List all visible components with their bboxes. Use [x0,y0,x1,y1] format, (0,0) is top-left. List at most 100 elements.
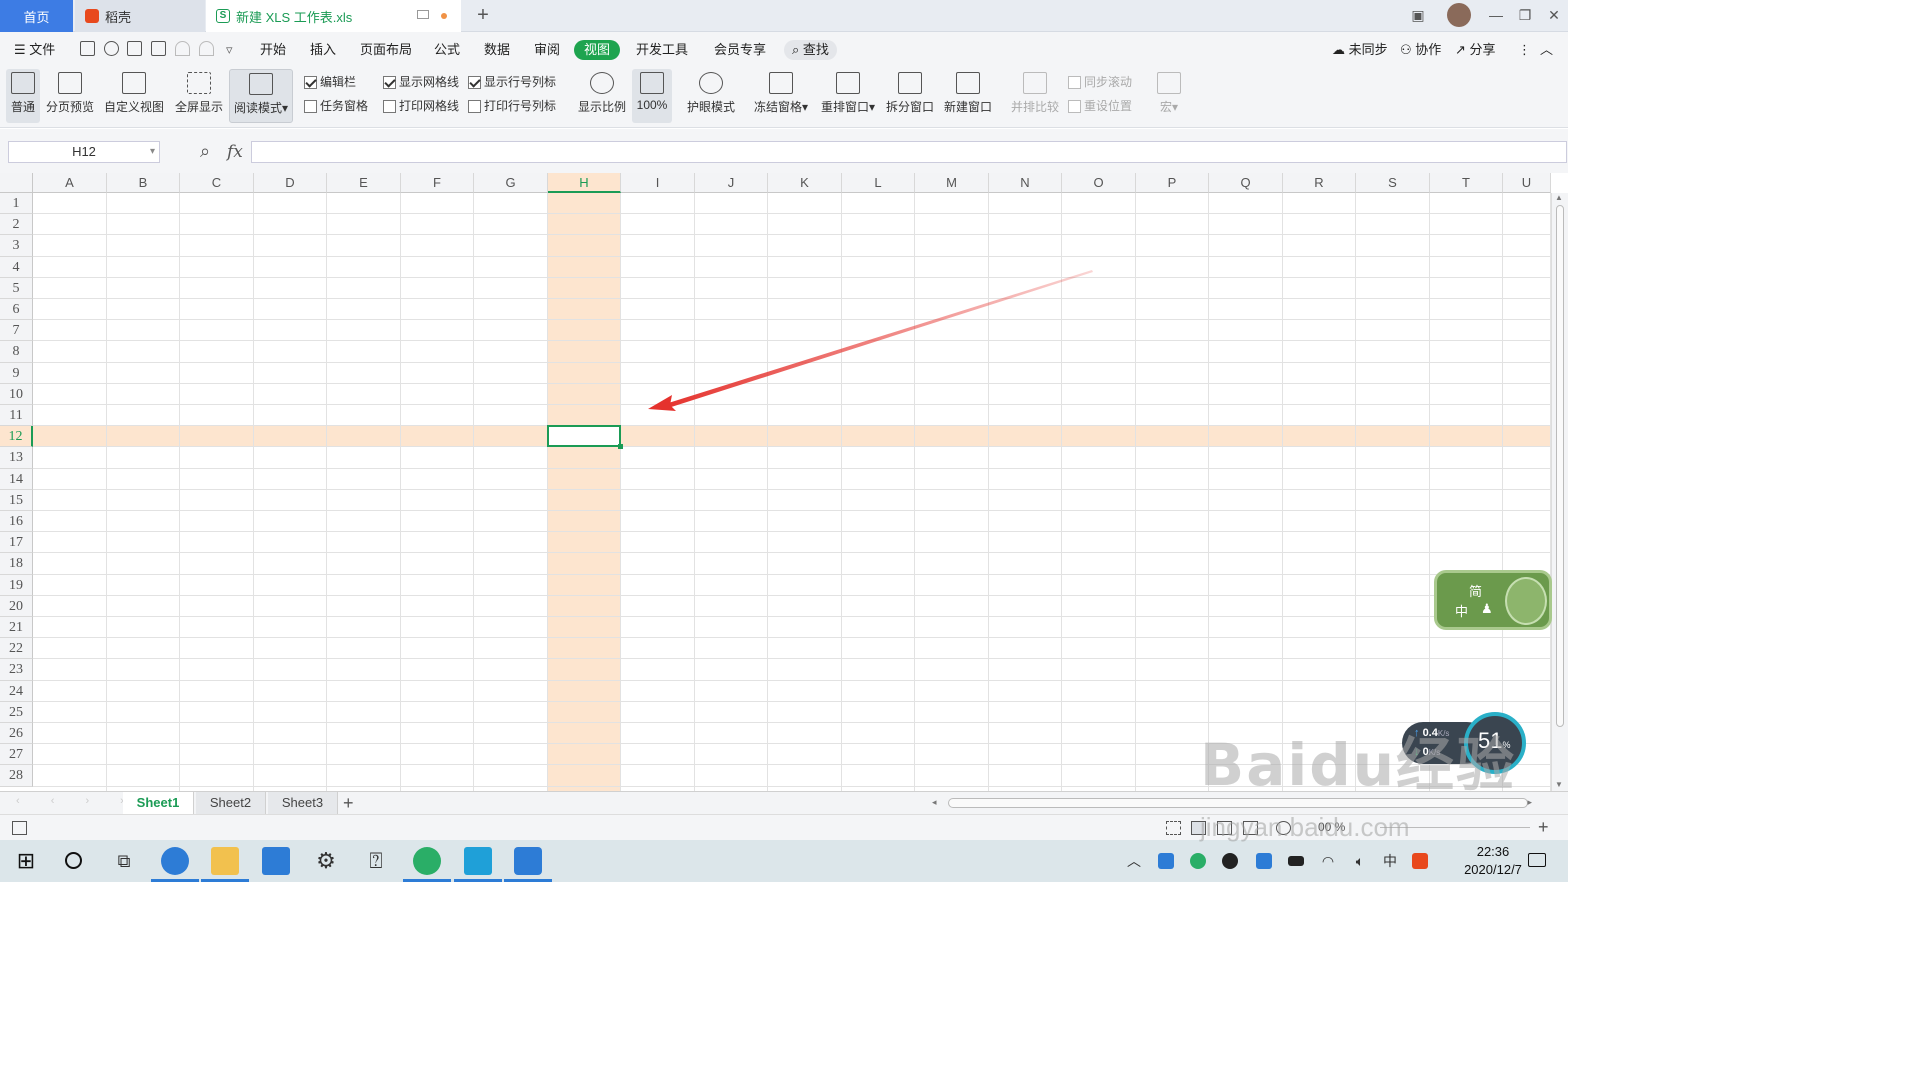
ime-skin-icon[interactable]: ♟ [1481,601,1493,617]
page-break-preview-button[interactable]: 分页预览 [44,69,96,123]
tray-wechat-icon[interactable] [1190,853,1206,869]
more-icon[interactable]: ⋮ [1518,40,1531,60]
side-by-side-button[interactable]: 并排比较 [1008,69,1062,123]
print-preview-icon[interactable] [151,41,166,56]
mail-icon[interactable] [262,847,290,875]
notification-icon[interactable] [1528,853,1546,867]
menu-page-layout[interactable]: 页面布局 [360,40,412,60]
menu-review[interactable]: 审阅 [534,40,560,60]
new-window-button[interactable]: 新建窗口 [940,69,996,123]
split-window-button[interactable]: 拆分窗口 [883,69,937,123]
normal-view-button[interactable]: 普通 [6,69,40,123]
file-explorer-icon[interactable] [201,847,249,882]
macro-button[interactable]: 宏▾ [1152,69,1186,123]
sync-scroll-button[interactable]: 同步滚动 [1068,73,1132,91]
feedback-icon[interactable]: ⍰ [362,847,390,875]
zoom-in-icon[interactable]: + [1538,817,1549,838]
menu-start[interactable]: 开始 [260,40,286,60]
file-menu[interactable]: ☰ 文件 [14,40,55,60]
restore-icon[interactable]: ❐ [1513,4,1537,26]
macro-record-icon[interactable] [12,821,27,835]
menu-member[interactable]: 会员专享 [714,40,766,60]
redo-icon[interactable] [199,41,214,56]
save-icon[interactable] [80,41,95,56]
ime-floating-panel[interactable]: 简 中 ♟ [1434,570,1552,630]
tab-home[interactable]: 首页 [0,0,73,32]
sheet-tab-3[interactable]: Sheet3 [268,792,338,814]
menu-formula[interactable]: 公式 [434,40,460,60]
tray-expand-icon[interactable]: ︿ [1126,853,1142,869]
name-box-dropdown-icon[interactable]: ▾ [150,142,155,162]
print-gridlines-checkbox[interactable]: 打印网格线 [383,97,459,115]
reset-position-button[interactable]: 重设位置 [1068,97,1132,115]
zoom-magnifier-icon[interactable]: ⌕ [200,141,210,161]
collab-button[interactable]: ⚇ 协作 [1400,40,1441,60]
settings-gear-icon[interactable]: ⚙ [312,847,340,875]
menu-data[interactable]: 数据 [484,40,510,60]
zoom-button[interactable]: 显示比例 [575,69,629,123]
fullscreen-button[interactable]: 全屏显示 [172,69,226,123]
scroll-left-icon[interactable]: ◂ [932,797,937,808]
edge-browser-icon[interactable] [151,847,199,882]
name-box[interactable]: H12 ▾ [8,141,160,163]
show-headers-checkbox[interactable]: 显示行号列标 [468,73,556,91]
tray-shield-icon[interactable] [1256,853,1272,869]
ime-indicator[interactable]: 中 [1382,853,1398,869]
show-gridlines-checkbox[interactable]: 显示网格线 [383,73,459,91]
monitor-icon[interactable] [417,10,429,19]
menu-insert[interactable]: 插入 [310,40,336,60]
task-view-icon[interactable]: ⧉ [110,847,138,875]
reading-mode-button[interactable]: 阅读模式▾ [229,69,293,123]
ime-chinese-label[interactable]: 中 [1455,601,1468,620]
ime-simplified-label[interactable]: 简 [1469,581,1482,600]
share-button[interactable]: ↗ 分享 [1455,40,1496,60]
wechat-icon[interactable] [403,847,451,882]
eye-mode-button[interactable]: 护眼模式 [683,69,739,123]
menu-view[interactable]: 视图 [574,40,621,60]
volume-icon[interactable]: 🔈︎ [1352,853,1368,869]
battery-icon[interactable] [1288,856,1304,866]
arrange-windows-button[interactable]: 重排窗口▾ [817,69,879,123]
search-button[interactable]: ⌕ 查找 [784,40,837,60]
tab-document[interactable]: S 新建 XLS 工作表.xls [206,0,461,32]
zoom-100-button[interactable]: 100% [632,69,672,123]
formula-bar-checkbox[interactable]: 编辑栏 [304,73,356,91]
new-tab-button[interactable]: + [474,4,492,26]
menu-dev-tools[interactable]: 开发工具 [636,40,688,60]
windows-start-icon[interactable]: ⊞ [12,847,40,875]
sync-button[interactable]: ☁ 未同步 [1332,40,1388,60]
system-clock[interactable]: 22:36 2020/12/7 [1458,843,1528,879]
scroll-right-icon[interactable]: ▸ [1527,797,1532,808]
formula-input[interactable] [251,141,1567,163]
wifi-icon[interactable]: ◠ [1320,853,1336,869]
freeze-panes-button[interactable]: 冻结窗格▾ [750,69,812,123]
tab-daoke[interactable]: 稻壳 [75,0,205,32]
task-pane-checkbox[interactable]: 任务窗格 [304,97,368,115]
sheet-nav-arrows-icon[interactable]: ‹ ‹ › › [16,795,138,807]
sogou-ime-icon[interactable] [1412,853,1428,869]
cortana-search-icon[interactable] [60,847,88,875]
split-window-icon [898,72,922,94]
spreadsheet-grid[interactable]: ABCDEFGHIJKLMNOPQRSTU 1 2 3 4 5 6 7 8 9 10 11 12 13 1… [0,173,1568,791]
add-sheet-button[interactable]: + [343,792,354,814]
fullscreen-status-icon[interactable] [1166,821,1181,835]
avatar[interactable] [1447,3,1471,27]
format-painter-icon[interactable] [104,41,119,56]
quick-access-dropdown-icon[interactable]: ▿ [226,40,233,60]
wps-icon[interactable] [504,847,552,882]
tray-app-icon[interactable] [1158,853,1174,869]
print-icon[interactable] [127,41,142,56]
print-headers-checkbox[interactable]: 打印行号列标 [468,97,556,115]
freeze-panes-icon [769,72,793,94]
sheet-tab-2[interactable]: Sheet2 [196,792,266,814]
tray-qq-icon[interactable] [1222,853,1238,869]
collapse-ribbon-icon[interactable]: ︿ [1540,40,1553,60]
custom-view-button[interactable]: 自定义视图 [102,69,166,123]
close-icon[interactable]: ✕ [1542,4,1566,26]
window-layout-icon[interactable]: ▣ [1406,4,1430,26]
app-icon[interactable] [454,847,502,882]
fx-icon[interactable]: fx [227,142,243,162]
minimize-icon[interactable]: — [1484,4,1508,26]
sheet-tab-1[interactable]: Sheet1 [123,792,194,814]
undo-icon[interactable] [175,41,190,56]
